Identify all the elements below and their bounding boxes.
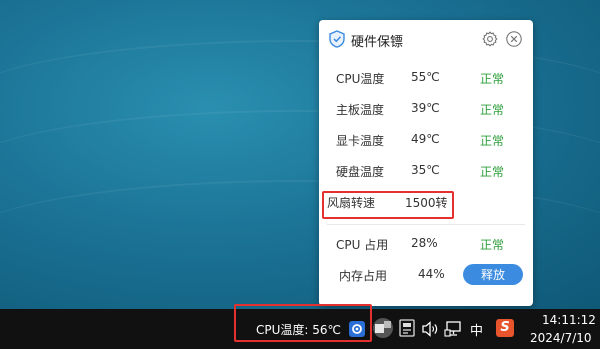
release-memory-button[interactable]: 释放 <box>463 264 523 285</box>
row-value: 55℃ <box>411 70 440 84</box>
status-text: 正常 <box>480 165 505 179</box>
row-label: 硬盘温度 <box>336 165 385 179</box>
clock-date[interactable]: 2024/7/10 <box>530 331 592 345</box>
status-text: 正常 <box>480 134 505 148</box>
ime-indicator[interactable]: 中 <box>470 320 483 340</box>
close-icon[interactable] <box>506 31 522 47</box>
taskbar-cpu-temp[interactable]: CPU温度: 56℃ <box>256 321 341 338</box>
row-value: 35℃ <box>411 163 440 177</box>
network-icon[interactable] <box>444 320 462 338</box>
row-label: 内存占用 <box>339 269 388 283</box>
sogou-ime-icon[interactable]: S <box>496 319 514 337</box>
row-value: 1500转 <box>405 196 448 210</box>
disk-temp-row: 硬盘温度 35℃ 正常 <box>319 159 533 183</box>
cpu-temp-row: CPU温度 55℃ 正常 <box>319 66 533 90</box>
status-text: 正常 <box>480 238 505 252</box>
fan-speed-row: 风扇转速 1500转 <box>319 190 533 214</box>
gear-icon[interactable] <box>482 31 498 47</box>
hardware-guard-popup: 硬件保镖 CPU温度 55℃ 正常 主板温度 39℃ 正常 显卡温度 49℃ 正… <box>319 20 533 306</box>
row-label: CPU 占用 <box>336 238 389 252</box>
gpu-temp-row: 显卡温度 49℃ 正常 <box>319 128 533 152</box>
divider <box>327 224 525 225</box>
row-value: 39℃ <box>411 101 440 115</box>
hardware-guard-tray-icon[interactable] <box>348 320 366 338</box>
app-tray-icon[interactable] <box>372 317 394 339</box>
row-value: 44% <box>418 267 445 281</box>
popup-header: 硬件保镖 <box>319 20 533 58</box>
row-value: 49℃ <box>411 132 440 146</box>
shield-icon <box>329 30 345 48</box>
row-label: 风扇转速 <box>327 196 376 210</box>
row-label: 显卡温度 <box>336 134 385 148</box>
popup-title: 硬件保镖 <box>351 35 404 50</box>
row-label: 主板温度 <box>336 103 385 117</box>
board-temp-row: 主板温度 39℃ 正常 <box>319 97 533 121</box>
status-text: 正常 <box>480 103 505 117</box>
status-text: 正常 <box>480 72 505 86</box>
popup-pointer <box>360 298 370 306</box>
clock-time[interactable]: 14:11:12 <box>542 313 596 327</box>
notification-tray-icon[interactable] <box>399 319 415 337</box>
volume-icon[interactable] <box>421 320 439 338</box>
row-value: 28% <box>411 236 438 250</box>
taskbar: CPU温度: 56℃ 中 S 14:11:12 2024/7/10 <box>0 304 600 349</box>
row-label: CPU温度 <box>336 72 385 86</box>
cpu-usage-row: CPU 占用 28% 正常 <box>319 232 533 256</box>
